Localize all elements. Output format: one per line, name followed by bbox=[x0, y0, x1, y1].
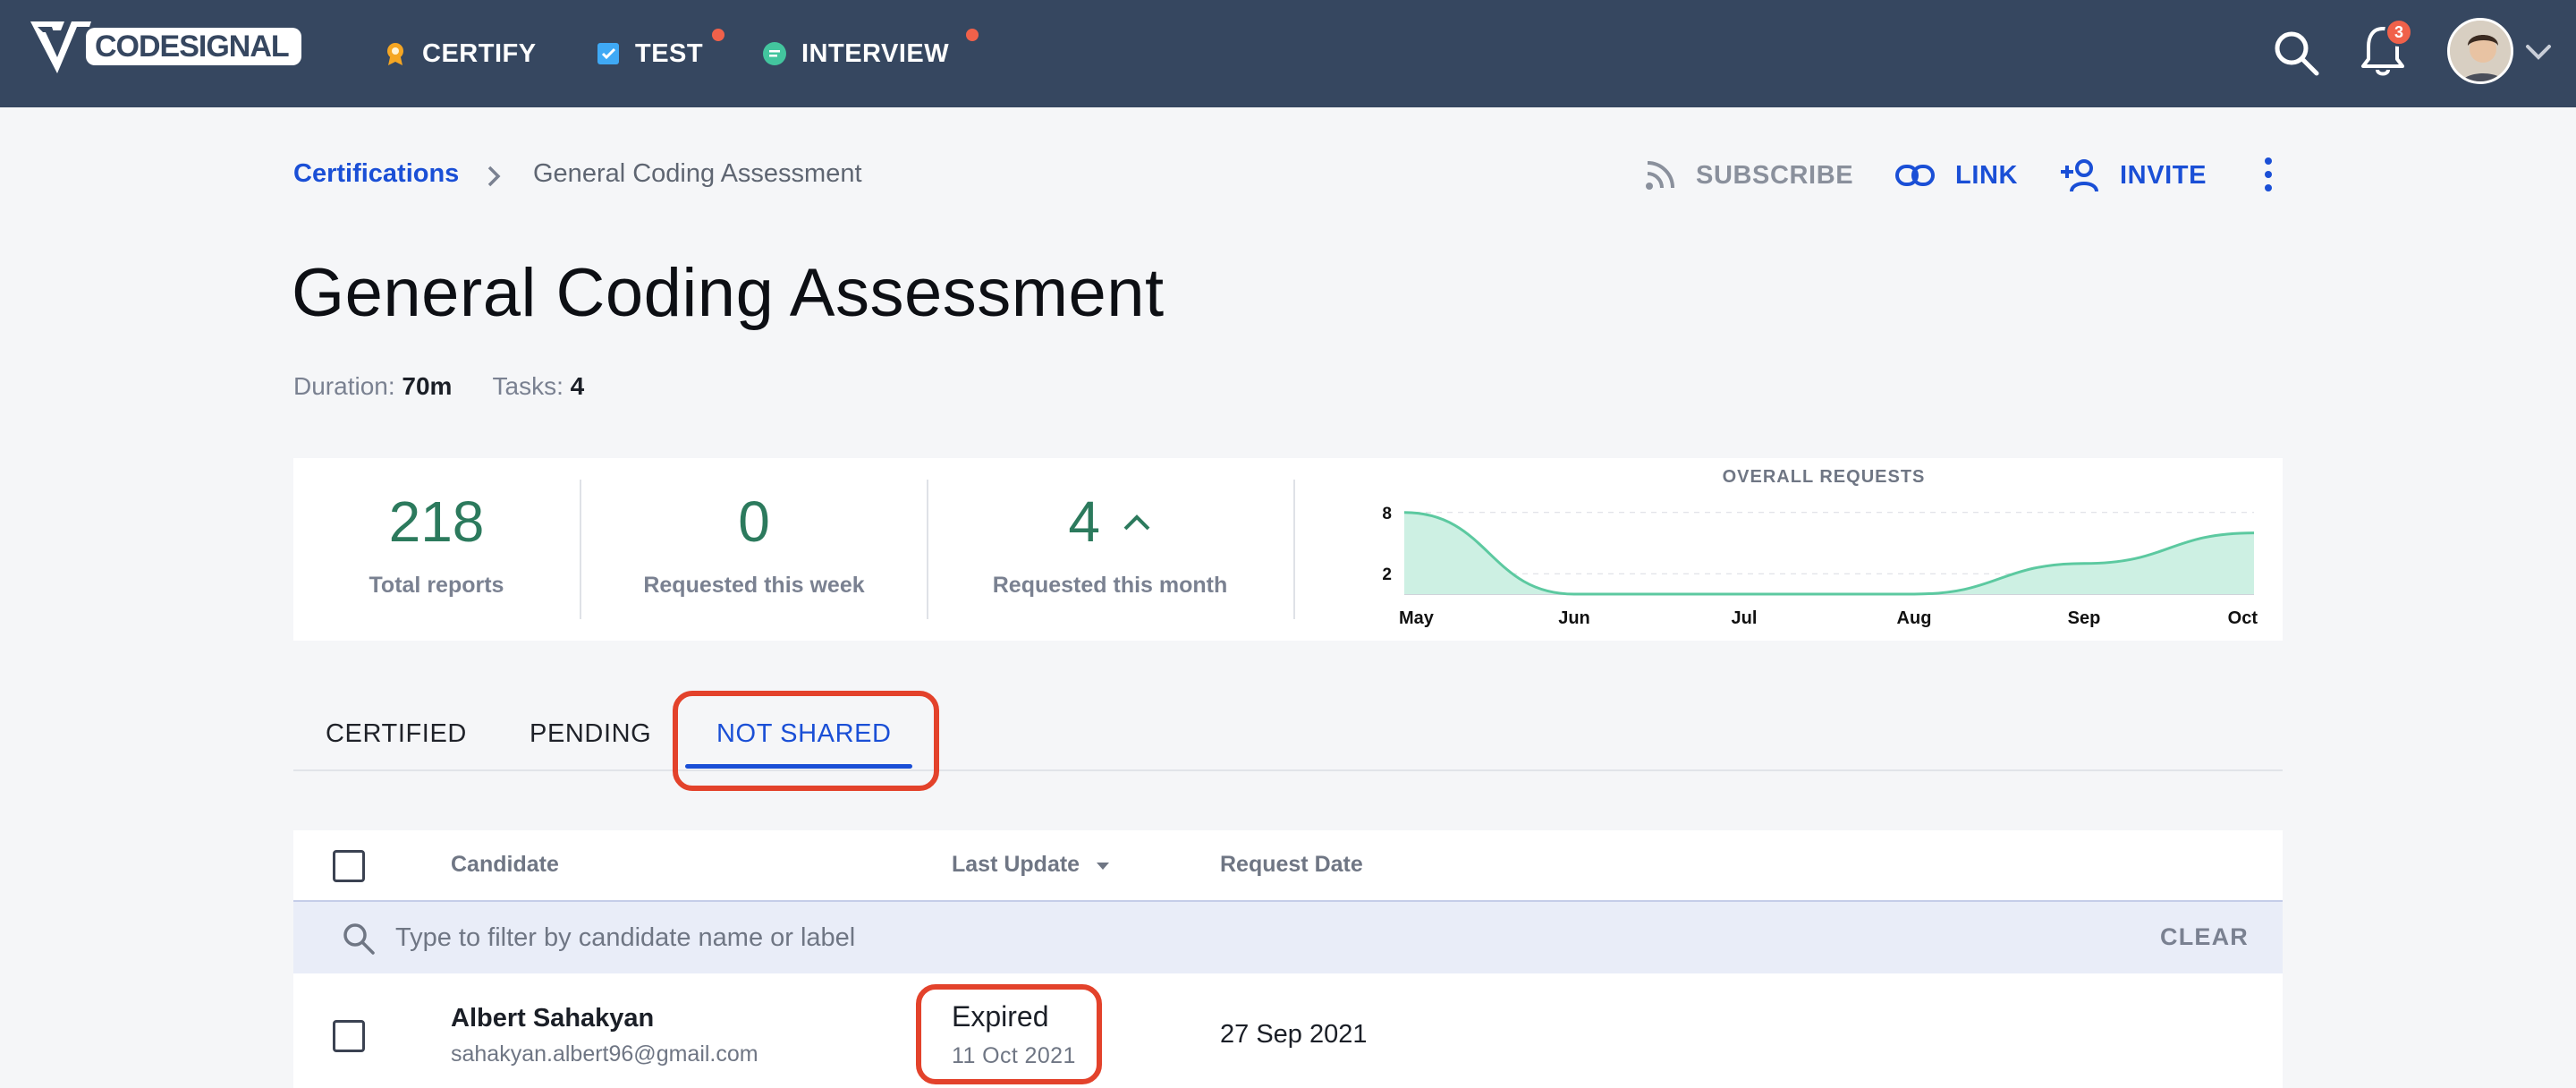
requested-month-value: 4 bbox=[1068, 489, 1100, 554]
checklist-icon bbox=[597, 43, 619, 64]
codesignal-logo[interactable]: CODESIGNAL bbox=[27, 16, 301, 77]
nav-test[interactable]: TEST bbox=[596, 0, 724, 107]
chat-icon bbox=[763, 42, 786, 65]
overall-requests-chart: OVERALL REQUESTS 2 8 May Jun Jul Aug Sep Oct bbox=[1382, 467, 2258, 628]
invite-button[interactable]: INVITE bbox=[2059, 154, 2207, 197]
tab-certified[interactable]: CERTIFIED bbox=[326, 719, 467, 749]
chart-x-tick-label: Jul bbox=[1732, 608, 1758, 628]
total-reports-label: Total reports bbox=[369, 573, 504, 598]
stat-requested-week: 0 Requested this week bbox=[581, 458, 927, 641]
tab-bar: CERTIFIED PENDING NOT SHARED bbox=[293, 707, 2283, 771]
column-candidate[interactable]: Candidate bbox=[451, 852, 559, 878]
stat-requested-month: 4 Requested this month bbox=[928, 458, 1292, 641]
rss-icon bbox=[1646, 161, 1674, 190]
row-checkbox[interactable] bbox=[333, 1020, 365, 1052]
chart-x-tick-label: Aug bbox=[1897, 608, 1932, 628]
chart-area-fill bbox=[1404, 512, 2254, 594]
chevron-right-icon bbox=[487, 166, 501, 187]
notification-count-badge: 3 bbox=[2385, 18, 2413, 47]
tasks-label: Tasks: bbox=[492, 372, 564, 400]
more-vertical-icon[interactable] bbox=[2254, 152, 2283, 197]
add-person-icon bbox=[2061, 159, 2098, 192]
page-title: General Coding Assessment bbox=[292, 255, 1165, 331]
nav-interview-label: INTERVIEW bbox=[801, 38, 950, 68]
request-date: 27 Sep 2021 bbox=[1220, 1020, 1368, 1049]
select-all-checkbox[interactable] bbox=[333, 850, 365, 882]
sort-down-icon bbox=[1097, 863, 1110, 870]
chevron-down-icon[interactable] bbox=[2524, 39, 2553, 63]
test-notification-dot bbox=[712, 29, 724, 41]
subscribe-label: SUBSCRIBE bbox=[1696, 160, 1854, 190]
avatar-image bbox=[2450, 21, 2511, 81]
chart-y-tick-label: 8 bbox=[1382, 505, 1392, 523]
chart-x-tick-label: Sep bbox=[2068, 608, 2101, 628]
tab-pending[interactable]: PENDING bbox=[530, 719, 651, 749]
chart-x-tick-label: May bbox=[1399, 608, 1435, 628]
link-button[interactable]: LINK bbox=[1894, 154, 2018, 197]
nav-certify[interactable]: CERTIFY bbox=[383, 0, 537, 107]
logo-wordmark: CODESIGNAL bbox=[86, 28, 301, 65]
assessment-meta: Duration: 70m Tasks: 4 bbox=[293, 372, 584, 401]
divider bbox=[1293, 480, 1295, 619]
badge-icon bbox=[387, 43, 403, 65]
breadcrumb-certifications-link[interactable]: Certifications bbox=[293, 159, 459, 189]
candidate-filter-input[interactable] bbox=[395, 918, 1737, 957]
subscribe-button[interactable]: SUBSCRIBE bbox=[1644, 154, 1853, 197]
chevron-up-icon bbox=[1123, 514, 1150, 531]
invite-label: INVITE bbox=[2120, 160, 2207, 190]
requested-week-label: Requested this week bbox=[643, 573, 865, 598]
requested-week-value: 0 bbox=[738, 489, 770, 554]
candidate-name[interactable]: Albert Sahakyan bbox=[451, 1004, 654, 1033]
highlight-box-tab bbox=[673, 691, 939, 791]
breadcrumb-current: General Coding Assessment bbox=[533, 159, 862, 188]
link-icon bbox=[1895, 165, 1935, 186]
table-header: Candidate Last Update Request Date bbox=[293, 830, 2283, 902]
nav-interview[interactable]: INTERVIEW bbox=[762, 0, 979, 107]
duration-value: 70m bbox=[402, 372, 453, 400]
top-navigation-bar: CODESIGNAL CERTIFY TEST INTERVIEW 3 bbox=[0, 0, 2576, 107]
nav-test-label: TEST bbox=[635, 38, 704, 68]
filter-bar: CLEAR bbox=[293, 902, 2283, 973]
stat-total-reports: 218 Total reports bbox=[293, 458, 580, 641]
interview-notification-dot bbox=[966, 29, 979, 41]
column-last-update[interactable]: Last Update bbox=[952, 852, 1111, 878]
requested-month-value-wrap: 4 bbox=[928, 489, 1292, 555]
requested-month-label: Requested this month bbox=[992, 573, 1228, 598]
chart-y-tick-label: 2 bbox=[1382, 565, 1392, 584]
link-label: LINK bbox=[1955, 160, 2019, 190]
chart-x-tick-label: Oct bbox=[2228, 608, 2258, 628]
total-reports-value: 218 bbox=[388, 489, 485, 554]
chart-x-tick-label: Jun bbox=[1558, 608, 1590, 628]
column-request-date[interactable]: Request Date bbox=[1220, 852, 1363, 878]
table-row[interactable]: Albert Sahakyan sahakyan.albert96@gmail.… bbox=[293, 973, 2283, 1088]
search-icon bbox=[343, 923, 375, 955]
user-avatar[interactable] bbox=[2447, 18, 2513, 84]
nav-certify-label: CERTIFY bbox=[422, 38, 537, 68]
highlight-box-status bbox=[916, 984, 1102, 1084]
duration-label: Duration: bbox=[293, 372, 395, 400]
candidate-email: sahakyan.albert96@gmail.com bbox=[451, 1041, 758, 1067]
chart-title: OVERALL REQUESTS bbox=[1723, 467, 1926, 487]
codesignal-logo-icon bbox=[29, 21, 91, 73]
column-last-update-label: Last Update bbox=[952, 852, 1080, 877]
clear-filter-button[interactable]: CLEAR bbox=[2160, 923, 2249, 951]
stats-card: 218 Total reports 0 Requested this week … bbox=[293, 458, 2283, 641]
search-icon[interactable] bbox=[2270, 27, 2324, 81]
tasks-value: 4 bbox=[570, 372, 585, 400]
